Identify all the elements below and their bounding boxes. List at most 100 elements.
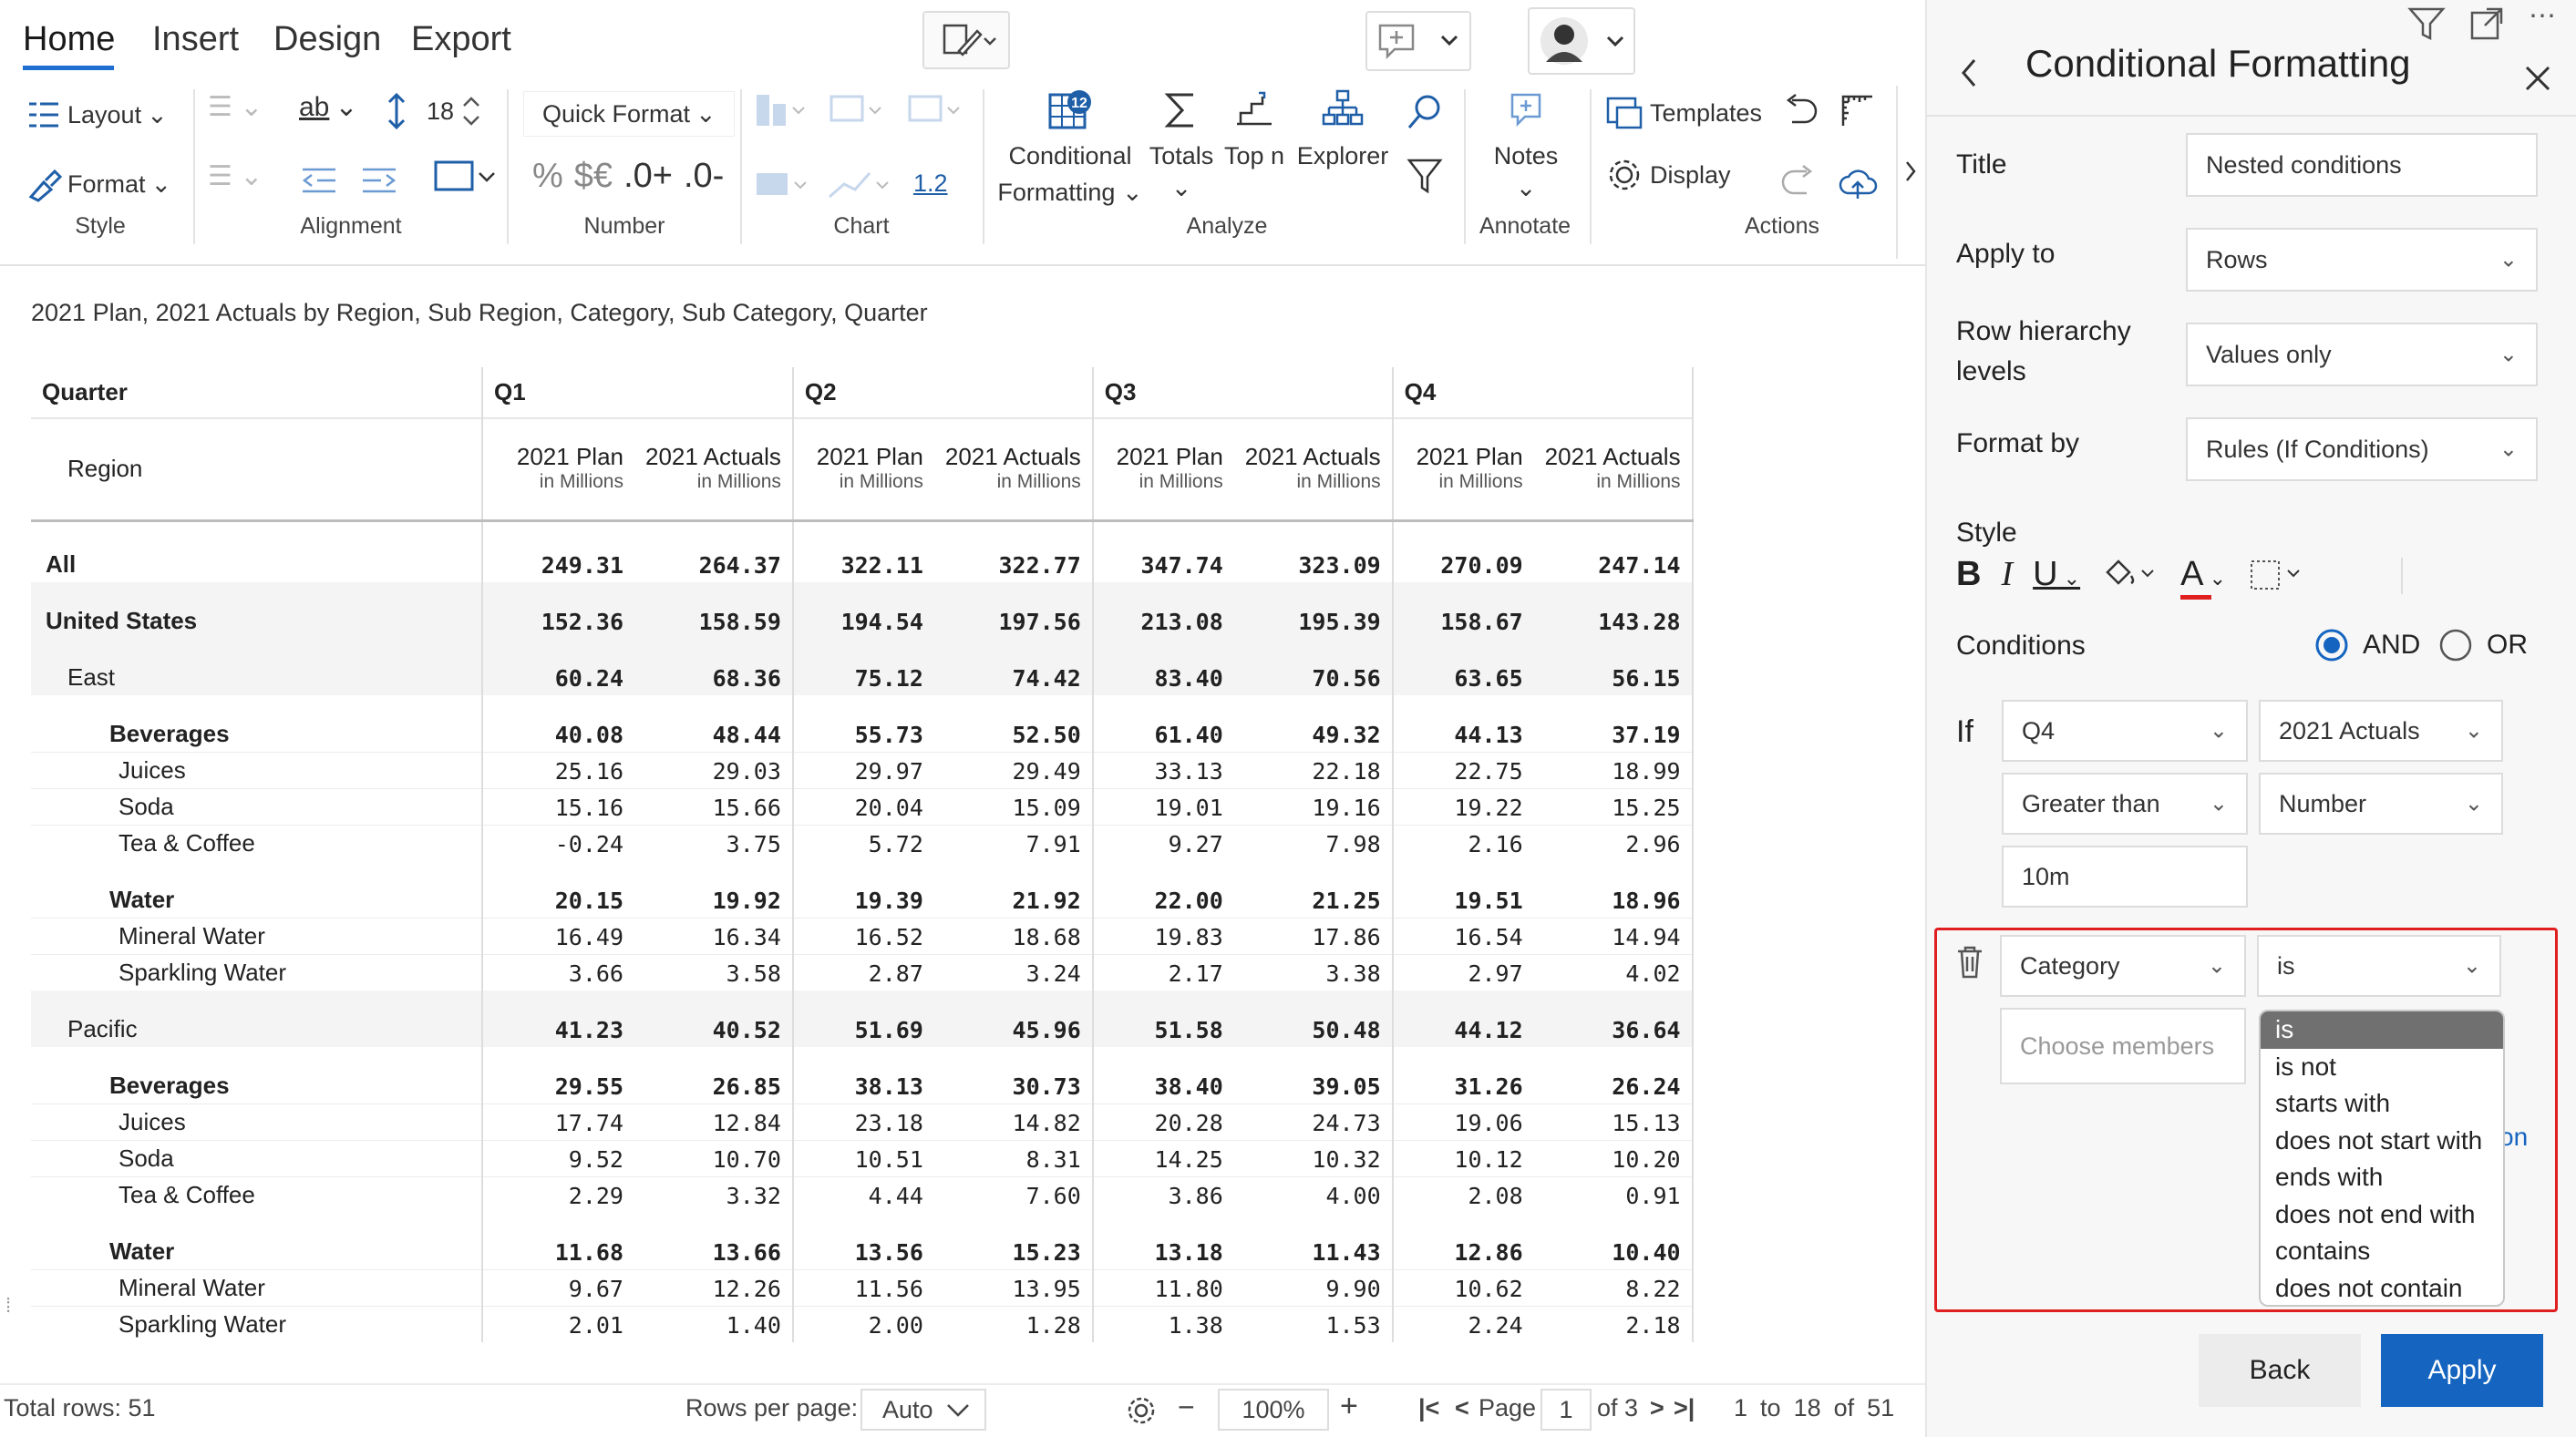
delete-icon[interactable] <box>1954 944 1985 980</box>
table-cell[interactable]: 11.56 <box>793 1269 934 1306</box>
table-cell[interactable]: 70.56 <box>1233 639 1394 695</box>
first-page-button[interactable]: |< <box>1418 1394 1439 1422</box>
row-label[interactable]: Soda <box>31 788 483 825</box>
q1-header[interactable]: Q1 <box>482 367 794 418</box>
table-cell[interactable]: 2.29 <box>482 1176 634 1213</box>
table-cell[interactable]: 16.49 <box>482 918 634 954</box>
measure-header[interactable]: 2021 Actuals in Millions <box>1533 418 1694 520</box>
row-label[interactable]: All <box>31 520 483 582</box>
chart-type-buttons[interactable] <box>753 87 981 133</box>
zoom-out-button[interactable]: − <box>1178 1391 1195 1424</box>
table-cell[interactable]: 75.12 <box>793 639 934 695</box>
table-cell[interactable]: 3.32 <box>634 1176 794 1213</box>
ruler-button[interactable] <box>1838 91 1878 136</box>
table-cell[interactable]: 55.73 <box>793 695 934 752</box>
table-cell[interactable]: 158.59 <box>634 582 794 639</box>
operator-option-does-not-start-with[interactable]: does not start with <box>2261 1123 2503 1160</box>
table-cell[interactable]: 52.50 <box>933 695 1094 752</box>
close-icon[interactable] <box>2521 62 2554 95</box>
table-row[interactable]: United States 152.36 158.59 194.54 197.56 213… <box>31 582 1694 639</box>
align-right-button[interactable]: ☰ ⌄ <box>208 160 263 192</box>
search-button[interactable] <box>1404 91 1446 138</box>
table-row[interactable]: Juices 17.74 12.84 23.18 14.82 20.28 24.73 19.0… <box>31 1103 1694 1140</box>
table-cell[interactable]: 8.22 <box>1533 1269 1694 1306</box>
bold-button[interactable]: B <box>1956 555 1981 594</box>
table-cell[interactable]: 0.91 <box>1533 1176 1694 1213</box>
table-cell[interactable]: 45.96 <box>933 991 1094 1047</box>
table-cell[interactable]: 10.70 <box>634 1140 794 1176</box>
topn-button[interactable]: Top n <box>1218 87 1291 174</box>
measure-header[interactable]: 2021 Plan in Millions <box>482 418 634 520</box>
table-cell[interactable]: 1.53 <box>1233 1306 1394 1342</box>
more-options-icon[interactable]: ⋯ <box>2529 0 2556 32</box>
row-label[interactable]: United States <box>31 582 483 639</box>
condition2-operator-select[interactable]: is ⌄ <box>2257 935 2501 997</box>
ribbon-scroll[interactable] <box>1896 86 1923 259</box>
table-row[interactable]: Juices 25.16 29.03 29.97 29.49 33.13 22.18 22.7… <box>31 752 1694 788</box>
table-cell[interactable]: 30.73 <box>933 1047 1094 1103</box>
back-button[interactable]: Back <box>2199 1334 2361 1407</box>
explorer-button[interactable]: Explorer <box>1294 87 1391 174</box>
table-cell[interactable]: 18.99 <box>1533 752 1694 788</box>
table-row[interactable]: Sparkling Water 3.66 3.58 2.87 3.24 2.17 3.38 2… <box>31 954 1694 991</box>
row-label[interactable]: Tea & Coffee <box>31 1176 483 1213</box>
table-cell[interactable]: 7.60 <box>933 1176 1094 1213</box>
table-cell[interactable]: 20.28 <box>1093 1103 1234 1140</box>
table-cell[interactable]: 10.40 <box>1533 1213 1694 1269</box>
table-cell[interactable]: 12.86 <box>1393 1213 1534 1269</box>
table-cell[interactable]: 44.13 <box>1393 695 1534 752</box>
table-cell[interactable]: 2.00 <box>793 1306 934 1342</box>
table-cell[interactable]: 40.52 <box>634 991 794 1047</box>
table-cell[interactable]: 9.27 <box>1093 825 1234 861</box>
row-label[interactable]: Mineral Water <box>31 918 483 954</box>
table-cell[interactable]: 23.18 <box>793 1103 934 1140</box>
table-cell[interactable]: 2.97 <box>1393 954 1534 991</box>
table-cell[interactable]: 83.40 <box>1093 639 1234 695</box>
condition1-measure-select[interactable]: 2021 Actuals ⌄ <box>2259 700 2503 762</box>
title-input[interactable]: Nested conditions <box>2186 133 2538 197</box>
table-row[interactable]: East 60.24 68.36 75.12 74.42 83.40 70.56 63.65 5… <box>31 639 1694 695</box>
table-cell[interactable]: 24.73 <box>1233 1103 1394 1140</box>
table-cell[interactable]: 3.58 <box>634 954 794 991</box>
table-cell[interactable]: 19.92 <box>634 861 794 918</box>
condition1-operator-select[interactable]: Greater than ⌄ <box>2002 773 2248 835</box>
table-cell[interactable]: 347.74 <box>1093 520 1234 582</box>
table-cell[interactable]: 322.77 <box>933 520 1094 582</box>
underline-button[interactable]: U ⌄ <box>2033 555 2080 594</box>
row-label[interactable]: Beverages <box>31 1047 483 1103</box>
table-cell[interactable]: 4.00 <box>1233 1176 1394 1213</box>
table-cell[interactable]: 13.18 <box>1093 1213 1234 1269</box>
table-cell[interactable]: 38.40 <box>1093 1047 1234 1103</box>
row-label[interactable]: Sparkling Water <box>31 1306 483 1342</box>
tab-design[interactable]: Design <box>273 20 381 59</box>
q2-header[interactable]: Q2 <box>792 367 1094 418</box>
table-cell[interactable]: 10.32 <box>1233 1140 1394 1176</box>
table-cell[interactable]: 2.16 <box>1393 825 1534 861</box>
user-menu[interactable] <box>1528 7 1635 75</box>
table-cell[interactable]: 15.16 <box>482 788 634 825</box>
table-cell[interactable]: 2.24 <box>1393 1306 1534 1342</box>
table-cell[interactable]: 5.72 <box>793 825 934 861</box>
table-row[interactable]: Tea & Coffee -0.24 3.75 5.72 7.91 9.27 7.98 2.1… <box>31 825 1694 861</box>
table-cell[interactable]: 20.15 <box>482 861 634 918</box>
table-cell[interactable]: 9.67 <box>482 1269 634 1306</box>
table-cell[interactable]: -0.24 <box>482 825 634 861</box>
table-cell[interactable]: 14.82 <box>933 1103 1094 1140</box>
table-cell[interactable]: 18.68 <box>933 918 1094 954</box>
operator-option-ends-with[interactable]: ends with <box>2261 1159 2503 1196</box>
table-cell[interactable]: 19.01 <box>1093 788 1234 825</box>
table-cell[interactable]: 1.28 <box>933 1306 1094 1342</box>
table-cell[interactable]: 152.36 <box>482 582 634 639</box>
border-button[interactable] <box>432 157 498 197</box>
row-label[interactable]: Sparkling Water <box>31 954 483 991</box>
table-cell[interactable]: 21.25 <box>1233 861 1394 918</box>
table-cell[interactable]: 15.23 <box>933 1213 1094 1269</box>
display-button[interactable]: Display <box>1604 155 1731 195</box>
table-cell[interactable]: 10.51 <box>793 1140 934 1176</box>
table-cell[interactable]: 36.64 <box>1533 991 1694 1047</box>
tab-export[interactable]: Export <box>411 20 511 59</box>
apply-button[interactable]: Apply <box>2381 1334 2543 1407</box>
zoom-value[interactable]: 100% <box>1218 1389 1329 1431</box>
table-cell[interactable]: 13.95 <box>933 1269 1094 1306</box>
measure-header[interactable]: 2021 Plan in Millions <box>1093 418 1234 520</box>
